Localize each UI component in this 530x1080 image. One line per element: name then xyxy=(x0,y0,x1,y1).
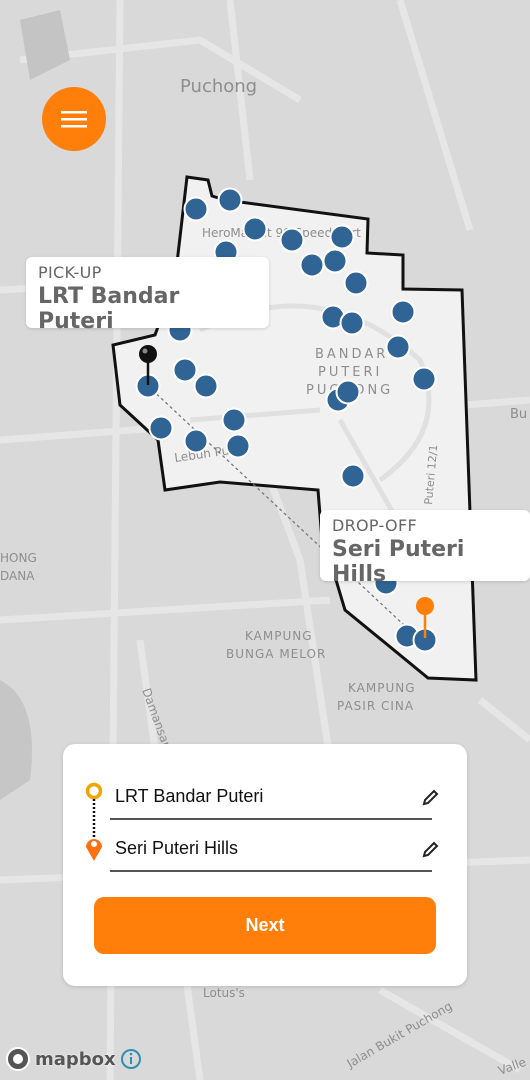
map-label-kampung1: KAMPUNG xyxy=(245,629,313,643)
destination-value: Seri Puteri Hills xyxy=(115,838,239,858)
vehicle-stop-marker[interactable] xyxy=(411,366,437,392)
menu-button[interactable] xyxy=(42,87,106,151)
vehicle-stop-marker[interactable] xyxy=(279,227,305,253)
next-button[interactable]: Next xyxy=(94,897,436,954)
map-label-hong: HONG xyxy=(0,551,37,565)
pickup-callout: PICK-UP LRT Bandar Puteri xyxy=(26,257,269,334)
map-label-bandar: BANDAR xyxy=(315,347,388,362)
map-label-puchong: Puchong xyxy=(180,76,257,97)
vehicle-stop-marker[interactable] xyxy=(183,428,209,454)
vehicle-stop-marker[interactable] xyxy=(225,433,251,459)
mapbox-logo-icon xyxy=(6,1047,30,1071)
vehicle-stop-marker[interactable] xyxy=(322,248,348,274)
vehicle-stop-marker[interactable] xyxy=(339,310,365,336)
vehicle-stop-marker[interactable] xyxy=(193,373,219,399)
vehicle-stop-marker[interactable] xyxy=(172,357,198,383)
origin-value: LRT Bandar Puteri xyxy=(115,786,264,806)
dropoff-name: Seri Puteri Hills xyxy=(332,537,465,587)
vehicle-stop-marker[interactable] xyxy=(385,334,411,360)
route-connector xyxy=(85,782,103,861)
map-label-bu: Bu xyxy=(510,407,527,422)
vehicle-stop-marker[interactable] xyxy=(390,299,416,325)
map-label-dana: DANA xyxy=(0,569,35,583)
hamburger-icon xyxy=(61,111,87,128)
vehicle-stop-marker[interactable] xyxy=(335,379,361,405)
vehicle-stop-marker[interactable] xyxy=(217,187,243,213)
map-label-bunga-melor: BUNGA MELOR xyxy=(226,647,326,661)
origin-marker-icon xyxy=(85,782,103,800)
vehicle-stop-marker[interactable] xyxy=(183,196,209,222)
vehicle-stop-marker[interactable] xyxy=(340,463,366,489)
pickup-name: LRT Bandar Puteri xyxy=(38,284,180,334)
map-label-puteri: PUTERI xyxy=(318,365,382,380)
edit-origin-pencil-icon[interactable] xyxy=(420,788,440,808)
vehicle-stop-marker[interactable] xyxy=(242,216,268,242)
origin-field[interactable]: LRT Bandar Puteri xyxy=(110,778,439,820)
info-icon[interactable] xyxy=(120,1048,142,1070)
vehicle-stop-marker[interactable] xyxy=(148,415,174,441)
vehicle-stop-marker[interactable] xyxy=(343,270,369,296)
vehicle-stop-marker[interactable] xyxy=(299,252,325,278)
trip-form-card: LRT Bandar Puteri Seri Puteri Hills Next xyxy=(63,744,467,986)
destination-field[interactable]: Seri Puteri Hills xyxy=(110,830,439,872)
dropoff-label: DROP-OFF xyxy=(332,516,417,535)
dropoff-callout: DROP-OFF Seri Puteri Hills xyxy=(320,510,530,587)
pickup-label: PICK-UP xyxy=(38,263,102,282)
map-label-lotus: Lotus's xyxy=(203,986,245,1000)
map-label-pasir-cina: PASIR CINA xyxy=(337,699,414,713)
vehicle-stop-marker[interactable] xyxy=(221,407,247,433)
edit-destination-pencil-icon[interactable] xyxy=(420,840,440,860)
mapbox-attribution[interactable]: mapbox xyxy=(5,1046,142,1072)
vehicle-stop-marker[interactable] xyxy=(329,224,355,250)
mapbox-wordmark: mapbox xyxy=(35,1048,116,1070)
map-label-kampung2: KAMPUNG xyxy=(348,681,416,695)
